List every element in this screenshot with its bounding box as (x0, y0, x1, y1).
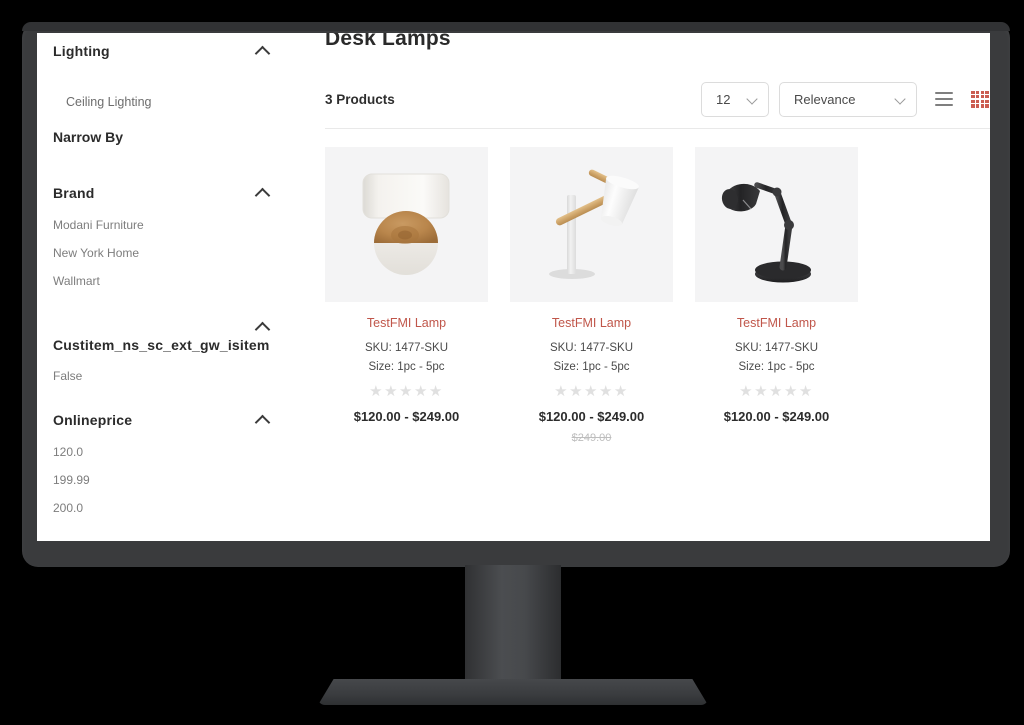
facet-custitem-header[interactable]: Custitem_ns_sc_ext_gw_isitem (53, 337, 271, 353)
facet-option-new-york-home[interactable]: New York Home (53, 246, 271, 260)
web-page: Lighting Ceiling Lighting Narrow By Bran… (37, 33, 990, 541)
product-image-white-shade-table-lamp[interactable] (325, 147, 488, 302)
sidebar-item-ceiling-lighting[interactable]: Ceiling Lighting (53, 95, 271, 109)
sidebar-item-lighting[interactable]: Lighting (53, 33, 271, 59)
facet-option-modani-furniture[interactable]: Modani Furniture (53, 218, 271, 232)
monitor-mockup: Lighting Ceiling Lighting Narrow By Bran… (0, 0, 1024, 725)
facet-option-wallmart[interactable]: Wallmart (53, 274, 271, 288)
white-shade-table-lamp-illustration (362, 173, 450, 275)
black-architect-desk-lamp-illustration (721, 182, 811, 283)
product-price: $120.00 - $249.00 (538, 409, 645, 424)
chevron-down-icon[interactable] (746, 93, 758, 105)
grid-4x4-icon[interactable] (971, 90, 989, 108)
facet-brand-header[interactable]: Brand (53, 185, 271, 201)
product-image-wood-arm-desk-lamp[interactable] (510, 147, 673, 302)
toolbar-divider (325, 128, 990, 129)
facet-option-price-200[interactable]: 200.0 (53, 501, 271, 515)
facet-title-custitem: Custitem_ns_sc_ext_gw_isitem (53, 337, 270, 353)
facet-sidebar: Lighting Ceiling Lighting Narrow By Bran… (37, 33, 287, 515)
product-rating-stars[interactable]: ★★★★★ (695, 384, 858, 400)
facet-option-price-120[interactable]: 120.0 (53, 445, 271, 459)
chevron-down-icon[interactable] (894, 93, 906, 105)
facet-title-onlineprice: Onlineprice (53, 412, 133, 428)
per-page-select[interactable]: 12 (701, 81, 769, 117)
chevron-up-icon[interactable] (255, 319, 271, 335)
product-price: $120.00 - $249.00 (723, 409, 830, 424)
wood-arm-desk-lamp-illustration (549, 169, 639, 279)
results-toolbar: 3 Products 12 Relevance (325, 79, 990, 119)
facet-onlineprice-header[interactable]: Onlineprice (53, 412, 271, 428)
page-title: Desk Lamps (325, 33, 451, 50)
product-sku: SKU: 1477-SKU (549, 342, 634, 354)
product-sku: SKU: 1477-SKU (734, 342, 819, 354)
facet-option-price-199-99[interactable]: 199.99 (53, 473, 271, 487)
product-card[interactable]: TestFMI Lamp SKU: 1477-SKU Size: 1pc - 5… (695, 147, 858, 444)
product-rating-stars[interactable]: ★★★★★ (325, 384, 488, 400)
facet-custitem-chevron-row[interactable] (53, 319, 271, 335)
facet-title-lighting: Lighting (53, 43, 110, 59)
product-name[interactable]: TestFMI Lamp (695, 316, 858, 330)
product-name[interactable]: TestFMI Lamp (510, 316, 673, 330)
product-sku: SKU: 1477-SKU (364, 342, 449, 354)
product-grid: TestFMI Lamp SKU: 1477-SKU Size: 1pc - 5… (325, 147, 990, 444)
chevron-up-icon[interactable] (255, 43, 271, 59)
product-size: Size: 1pc - 5pc (738, 361, 815, 373)
list-view-icon[interactable] (935, 90, 953, 108)
narrow-by-heading: Narrow By (53, 129, 124, 145)
product-old-price: $249.00 (571, 432, 612, 444)
chevron-up-icon[interactable] (255, 412, 271, 428)
facet-option-false[interactable]: False (53, 369, 271, 383)
product-price: $120.00 - $249.00 (353, 409, 460, 424)
chevron-up-icon[interactable] (255, 185, 271, 201)
product-rating-stars[interactable]: ★★★★★ (510, 384, 673, 400)
product-count: 3 Products (325, 91, 395, 107)
sort-value: Relevance (794, 91, 856, 107)
product-image-black-architect-desk-lamp[interactable] (695, 147, 858, 302)
product-card[interactable]: TestFMI Lamp SKU: 1477-SKU Size: 1pc - 5… (325, 147, 488, 444)
monitor-screen: Lighting Ceiling Lighting Narrow By Bran… (37, 33, 990, 541)
product-size: Size: 1pc - 5pc (553, 361, 630, 373)
monitor-stand-base (318, 679, 708, 705)
facet-title-brand: Brand (53, 185, 95, 201)
monitor-stand-neck (465, 565, 561, 685)
main-content: Desk Lamps 3 Products 12 Relevance TestF… (287, 33, 990, 444)
product-size: Size: 1pc - 5pc (368, 361, 445, 373)
per-page-value: 12 (716, 91, 731, 107)
product-card[interactable]: TestFMI Lamp SKU: 1477-SKU Size: 1pc - 5… (510, 147, 673, 444)
product-name[interactable]: TestFMI Lamp (325, 316, 488, 330)
sort-select[interactable]: Relevance (779, 81, 917, 117)
